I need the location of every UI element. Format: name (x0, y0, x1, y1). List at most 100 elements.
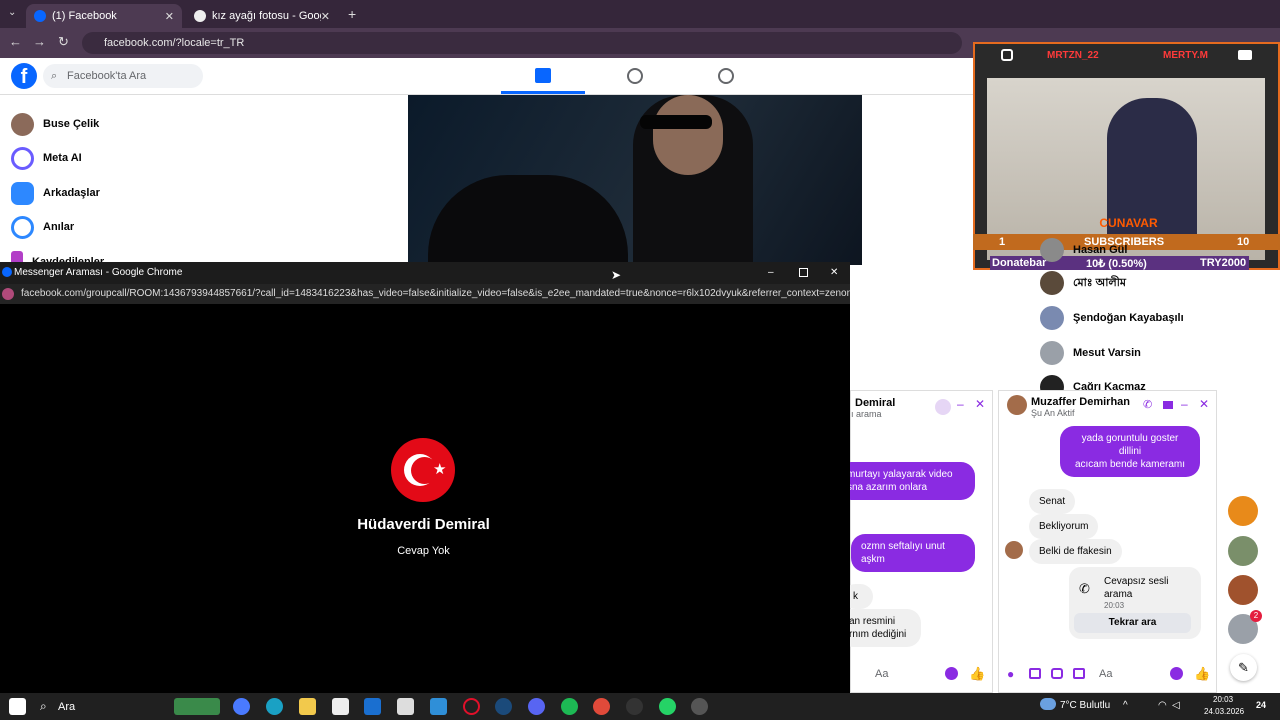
contact-item[interactable]: মোঃ আলীম (1040, 270, 1126, 296)
call-status: Cevap Yok (397, 545, 450, 557)
message-input[interactable]: Aa (1099, 668, 1112, 680)
app-icon[interactable] (691, 698, 708, 715)
search-input[interactable]: ⌕ Facebook'ta Ara (43, 64, 203, 88)
whatsapp-icon[interactable] (659, 698, 676, 715)
close-icon[interactable]: ✕ (321, 10, 330, 23)
video-head (653, 95, 723, 175)
chat-name[interactable]: Muzaffer Demirhan (1031, 396, 1130, 408)
image-icon[interactable] (1029, 668, 1041, 679)
outlook-icon[interactable] (364, 698, 381, 715)
volume-icon[interactable]: ◁ (1172, 700, 1180, 711)
contact-name: Şendoğan Kayabaşılı (1073, 312, 1184, 324)
facebook-header: f ⌕ Facebook'ta Ara (0, 58, 975, 95)
menu-item-profile[interactable]: Buse Çelik (11, 112, 99, 136)
video-helicopter (428, 175, 628, 265)
call-again-button[interactable]: Tekrar ara (1074, 613, 1191, 633)
profile-icon[interactable] (718, 68, 734, 84)
menu-item-meta-ai[interactable]: Meta AI (11, 146, 82, 170)
feed-video[interactable] (408, 95, 862, 265)
window-title: Messenger Araması - Google Chrome (14, 267, 183, 278)
chrome-icon[interactable] (593, 698, 610, 715)
minimize-icon[interactable]: – (957, 397, 964, 411)
chat-head[interactable] (1228, 496, 1258, 526)
sticker-icon[interactable] (1051, 668, 1063, 679)
mic-icon[interactable]: ● (1007, 667, 1014, 681)
search-icon[interactable]: ⌕ (40, 699, 47, 714)
opera-icon[interactable] (463, 698, 480, 715)
obs-icon[interactable] (626, 698, 643, 715)
video-icon[interactable] (1163, 401, 1173, 409)
avatar (1007, 395, 1027, 415)
close-icon[interactable]: ✕ (830, 262, 838, 284)
google-favicon-icon (194, 10, 206, 22)
news-widget-icon[interactable] (174, 698, 220, 715)
file-explorer-icon[interactable] (299, 698, 316, 715)
discord-icon[interactable] (528, 698, 545, 715)
copilot-icon[interactable] (233, 698, 250, 715)
minimize-icon[interactable]: – (1181, 397, 1188, 411)
donate-label: Donatebar (992, 257, 1047, 269)
mouse-cursor: ➤ (611, 268, 622, 282)
tray-chevron-icon[interactable]: ^ (1123, 700, 1128, 711)
new-message-button[interactable]: ✎ (1230, 654, 1257, 681)
steam-icon[interactable] (495, 698, 512, 715)
donate-goal: TRY2000 (1200, 257, 1247, 269)
notification-count[interactable]: 24 (1256, 700, 1266, 710)
phone-icon[interactable]: ✆ (1143, 398, 1152, 411)
window-titlebar[interactable]: Messenger Araması - Google Chrome – ✕ (0, 262, 850, 284)
new-tab-icon[interactable]: + (348, 6, 356, 22)
phone-icon[interactable] (935, 399, 951, 415)
tab-list-icon[interactable]: ⌄ (8, 7, 16, 18)
windows-start-icon[interactable] (9, 698, 26, 715)
missed-call-time: 20:03 (1104, 601, 1125, 610)
friends-icon[interactable] (627, 68, 643, 84)
avatar (1040, 238, 1064, 262)
tab-google[interactable]: kız ayağı fotosu - Google'da Ar... ✕ (186, 4, 338, 28)
url-field[interactable]: facebook.com/?locale=tr_TR (82, 32, 962, 54)
maximize-icon[interactable] (799, 268, 808, 277)
site-info-icon[interactable] (2, 288, 14, 300)
minimize-icon[interactable]: – (768, 262, 774, 284)
taskbar-search[interactable]: Ara (58, 701, 75, 713)
back-icon[interactable]: ← (9, 34, 22, 49)
shield-icon[interactable] (397, 698, 414, 715)
chat-panel-left: Demiral ı arama – ✕ murtayı yalayarak vi… (837, 390, 993, 693)
edge-icon[interactable] (266, 698, 283, 715)
spotify-icon[interactable] (561, 698, 578, 715)
chat-status: ı arama (851, 409, 882, 419)
app-icon[interactable] (430, 698, 447, 715)
avatar (1005, 541, 1023, 559)
caller-avatar: ★ (391, 438, 455, 502)
forward-icon[interactable]: → (33, 34, 46, 49)
chat-head[interactable] (1228, 575, 1258, 605)
like-icon[interactable]: 👍 (1194, 666, 1210, 682)
close-icon[interactable]: ✕ (1199, 397, 1209, 411)
clock-date[interactable]: 24.03.2026 (1204, 707, 1244, 716)
close-icon[interactable]: ✕ (975, 397, 985, 411)
store-icon[interactable] (332, 698, 349, 715)
chat-name[interactable]: Demiral (855, 397, 895, 409)
friends-icon (11, 181, 34, 205)
wifi-icon[interactable]: ◠ (1158, 700, 1167, 711)
weather-text[interactable]: 7°C Bulutlu (1060, 700, 1110, 711)
contact-item[interactable]: Hasan Gül (1040, 237, 1127, 263)
gif-icon[interactable] (1073, 668, 1085, 679)
emoji-icon[interactable] (1170, 667, 1183, 680)
close-icon[interactable]: ✕ (165, 10, 174, 23)
like-icon[interactable]: 👍 (969, 666, 985, 682)
unread-badge: 2 (1250, 610, 1262, 622)
tab-facebook[interactable]: (1) Facebook ✕ (26, 4, 182, 28)
emoji-icon[interactable] (945, 667, 958, 680)
window-url-bar[interactable]: facebook.com/groupcall/ROOM:143679394485… (0, 284, 850, 304)
facebook-logo-icon[interactable]: f (11, 63, 37, 89)
chat-head[interactable] (1228, 536, 1258, 566)
contact-item[interactable]: Şendoğan Kayabaşılı (1040, 305, 1184, 331)
facebook-left-menu: Buse Çelik Meta AI Arkadaşlar Anılar Kay… (0, 95, 408, 274)
menu-item-memories[interactable]: Anılar (11, 215, 74, 239)
menu-item-friends[interactable]: Arkadaşlar (11, 181, 100, 205)
contact-item[interactable]: Mesut Varsin (1040, 340, 1141, 366)
message-input[interactable]: Aa (875, 668, 888, 680)
reload-icon[interactable]: ↻ (58, 34, 69, 50)
clock-time[interactable]: 20:03 (1213, 695, 1233, 704)
home-icon[interactable] (535, 68, 551, 83)
